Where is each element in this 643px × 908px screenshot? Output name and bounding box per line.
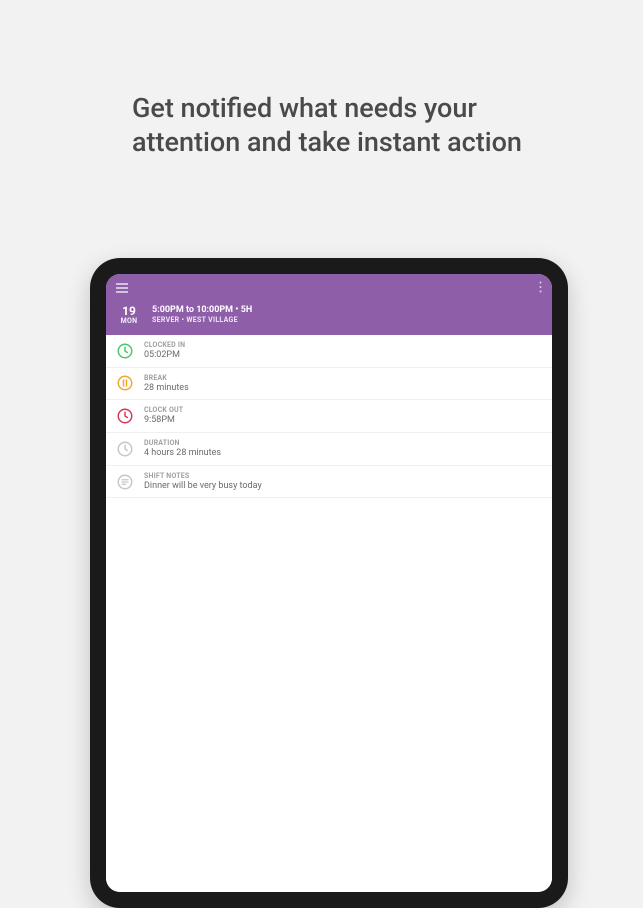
- row-label: DURATION: [144, 439, 542, 447]
- shift-date-number: 19: [116, 305, 142, 318]
- clock-icon: [116, 407, 134, 425]
- row-value: 9:58PM: [144, 415, 542, 426]
- row-value: 05:02PM: [144, 350, 542, 361]
- row-label: CLOCK OUT: [144, 406, 542, 414]
- tablet-frame: 19 MON 5:00PM to 10:00PM • 5H SERVER • W…: [90, 258, 568, 908]
- row-text: SHIFT NOTES Dinner will be very busy tod…: [144, 472, 542, 492]
- note-icon: [116, 473, 134, 491]
- tablet-screen: 19 MON 5:00PM to 10:00PM • 5H SERVER • W…: [106, 274, 552, 892]
- row-value: Dinner will be very busy today: [144, 481, 542, 492]
- row-text: DURATION 4 hours 28 minutes: [144, 439, 542, 459]
- shift-time-range: 5:00PM to 10:00PM • 5H: [152, 305, 542, 316]
- row-text: CLOCK OUT 9:58PM: [144, 406, 542, 426]
- app-header: [106, 274, 552, 300]
- kebab-menu-icon[interactable]: [539, 278, 542, 297]
- shift-banner: 19 MON 5:00PM to 10:00PM • 5H SERVER • W…: [106, 300, 552, 335]
- row-label: SHIFT NOTES: [144, 472, 542, 480]
- row-value: 28 minutes: [144, 383, 542, 394]
- shift-date: 19 MON: [116, 305, 142, 325]
- row-text: BREAK 28 minutes: [144, 374, 542, 394]
- break-row[interactable]: BREAK 28 minutes: [106, 368, 552, 401]
- clocked-in-row[interactable]: CLOCKED IN 05:02PM: [106, 335, 552, 368]
- details-list: CLOCKED IN 05:02PM BREAK 28 minutes: [106, 335, 552, 892]
- page-headline: Get notified what needs your attention a…: [132, 92, 583, 160]
- shift-info: 5:00PM to 10:00PM • 5H SERVER • WEST VIL…: [152, 305, 542, 324]
- pause-icon: [116, 374, 134, 392]
- shift-notes-row[interactable]: SHIFT NOTES Dinner will be very busy tod…: [106, 466, 552, 499]
- row-value: 4 hours 28 minutes: [144, 448, 542, 459]
- row-label: BREAK: [144, 374, 542, 382]
- duration-row[interactable]: DURATION 4 hours 28 minutes: [106, 433, 552, 466]
- row-label: CLOCKED IN: [144, 341, 542, 349]
- shift-role-location: SERVER • WEST VILLAGE: [152, 316, 542, 324]
- row-text: CLOCKED IN 05:02PM: [144, 341, 542, 361]
- hamburger-menu-icon[interactable]: [116, 278, 128, 297]
- clock-icon: [116, 440, 134, 458]
- clock-icon: [116, 342, 134, 360]
- shift-date-day: MON: [116, 318, 142, 325]
- clock-out-row[interactable]: CLOCK OUT 9:58PM: [106, 400, 552, 433]
